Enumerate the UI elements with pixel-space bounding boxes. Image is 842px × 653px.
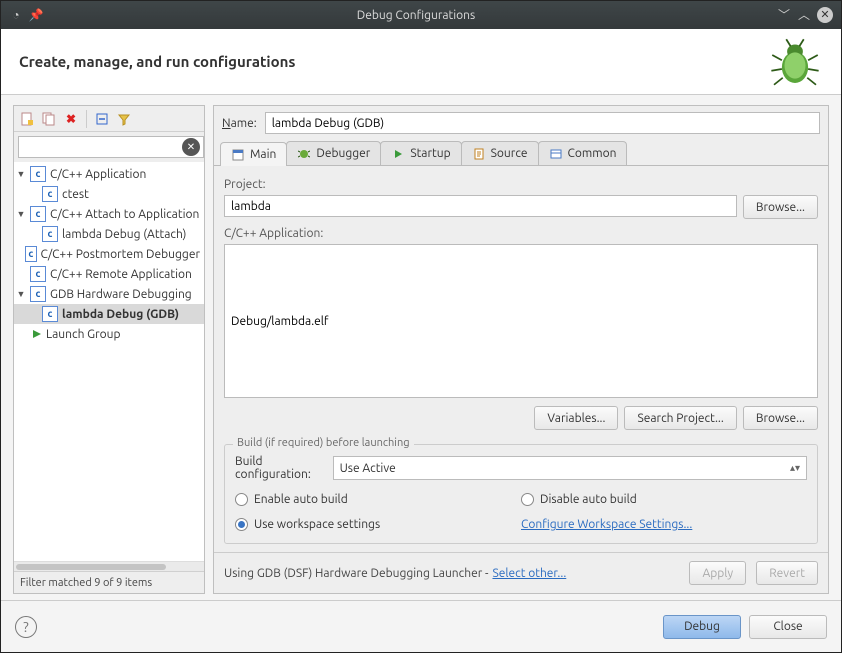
filter-input[interactable] bbox=[18, 136, 204, 158]
search-project-button[interactable]: Search Project... bbox=[624, 406, 736, 430]
launcher-row: Using GDB (DSF) Hardware Debugging Launc… bbox=[214, 552, 828, 593]
tree-item-cpp-remote[interactable]: cC/C++ Remote Application bbox=[14, 264, 204, 284]
name-input[interactable] bbox=[265, 112, 820, 134]
tree-item-gdb-hw[interactable]: ▼cGDB Hardware Debugging bbox=[14, 284, 204, 304]
tree-item-launch-group[interactable]: Launch Group bbox=[14, 324, 204, 344]
tab-common[interactable]: Common bbox=[538, 141, 628, 165]
app-input[interactable] bbox=[224, 244, 818, 398]
filter-status: Filter matched 9 of 9 items bbox=[14, 571, 204, 593]
app-label: C/C++ Application: bbox=[224, 227, 818, 240]
build-group-title: Build (if required) before launching bbox=[233, 437, 414, 449]
configure-workspace-link[interactable]: Configure Workspace Settings... bbox=[521, 518, 692, 531]
launch-group-icon bbox=[30, 327, 44, 341]
revert-button[interactable]: Revert bbox=[756, 561, 818, 585]
tab-source[interactable]: Source bbox=[461, 141, 539, 165]
window-title: Debug Configurations bbox=[61, 9, 771, 22]
header-title: Create, manage, and run configurations bbox=[19, 53, 296, 70]
tab-main-body: Project: Browse... C/C++ Application: Va… bbox=[214, 166, 828, 552]
config-editor-panel: Name: Main Debugger Startup S bbox=[213, 105, 829, 594]
project-label: Project: bbox=[224, 178, 818, 191]
help-icon[interactable]: ? bbox=[15, 616, 37, 638]
tab-startup[interactable]: Startup bbox=[380, 141, 461, 165]
tree-item-cpp-app[interactable]: ▼cC/C++ Application bbox=[14, 164, 204, 184]
app-browse-button[interactable]: Browse... bbox=[743, 406, 818, 430]
close-icon[interactable]: ✕ bbox=[817, 7, 833, 23]
common-tab-icon bbox=[549, 147, 563, 161]
eclipse-icon: ◔ bbox=[9, 8, 23, 22]
minimize-icon[interactable]: ﹀ bbox=[777, 7, 791, 21]
radio-enable-auto-build[interactable]: Enable auto build bbox=[235, 493, 521, 506]
radio-use-workspace[interactable]: Use workspace settings bbox=[235, 518, 521, 531]
config-toolbar: ✖ bbox=[14, 106, 204, 132]
project-input[interactable] bbox=[224, 195, 737, 217]
close-button[interactable]: Close bbox=[749, 615, 827, 639]
filter-icon[interactable] bbox=[115, 110, 133, 128]
tree-item-lambda-gdb[interactable]: clambda Debug (GDB) bbox=[14, 304, 204, 324]
collapse-all-icon[interactable] bbox=[93, 110, 111, 128]
main-tab-icon bbox=[231, 148, 245, 162]
dialog-footer: ? Debug Close bbox=[1, 600, 841, 652]
combo-caret-icon: ▴▾ bbox=[790, 462, 800, 474]
radio-disable-auto-build[interactable]: Disable auto build bbox=[521, 493, 807, 506]
tree-item-ctest[interactable]: cctest bbox=[14, 184, 204, 204]
dialog-header: Create, manage, and run configurations bbox=[1, 29, 841, 95]
build-config-label: Build configuration: bbox=[235, 455, 323, 481]
config-tree[interactable]: ▼cC/C++ Application cctest ▼cC/C++ Attac… bbox=[14, 162, 204, 561]
tree-scrollbar[interactable] bbox=[14, 561, 204, 571]
startup-tab-icon bbox=[391, 147, 405, 161]
debug-bug-icon bbox=[767, 34, 823, 90]
project-browse-button[interactable]: Browse... bbox=[743, 195, 818, 219]
tree-item-lambda-attach[interactable]: clambda Debug (Attach) bbox=[14, 224, 204, 244]
dialog-window: ◔ 📌 Debug Configurations ﹀ ︿ ✕ Create, m… bbox=[0, 0, 842, 653]
variables-button[interactable]: Variables... bbox=[534, 406, 618, 430]
apply-button[interactable]: Apply bbox=[689, 561, 746, 585]
titlebar: ◔ 📌 Debug Configurations ﹀ ︿ ✕ bbox=[1, 1, 841, 29]
tab-bar: Main Debugger Startup Source Common bbox=[214, 140, 828, 166]
configurations-panel: ✖ ✕ ▼cC/C++ Application cctest ▼cC/C++ A… bbox=[13, 105, 205, 594]
build-config-combo[interactable]: Use Active ▴▾ bbox=[333, 456, 807, 480]
pin-icon[interactable]: 📌 bbox=[29, 8, 43, 22]
name-label: Name: bbox=[222, 117, 257, 130]
tab-main[interactable]: Main bbox=[220, 142, 287, 166]
clear-filter-icon[interactable]: ✕ bbox=[182, 138, 200, 156]
debug-button[interactable]: Debug bbox=[663, 615, 741, 639]
build-group: Build (if required) before launching Bui… bbox=[224, 444, 818, 544]
tree-item-cpp-attach[interactable]: ▼cC/C++ Attach to Application bbox=[14, 204, 204, 224]
new-config-icon[interactable] bbox=[18, 110, 36, 128]
tree-item-cpp-postmortem[interactable]: cC/C++ Postmortem Debugger bbox=[14, 244, 204, 264]
maximize-icon[interactable]: ︿ bbox=[797, 7, 811, 21]
tab-debugger[interactable]: Debugger bbox=[286, 141, 381, 165]
delete-config-icon[interactable]: ✖ bbox=[62, 110, 80, 128]
source-tab-icon bbox=[472, 147, 486, 161]
select-other-launcher-link[interactable]: Select other... bbox=[492, 567, 566, 580]
duplicate-config-icon[interactable] bbox=[40, 110, 58, 128]
debugger-tab-icon bbox=[297, 147, 311, 161]
